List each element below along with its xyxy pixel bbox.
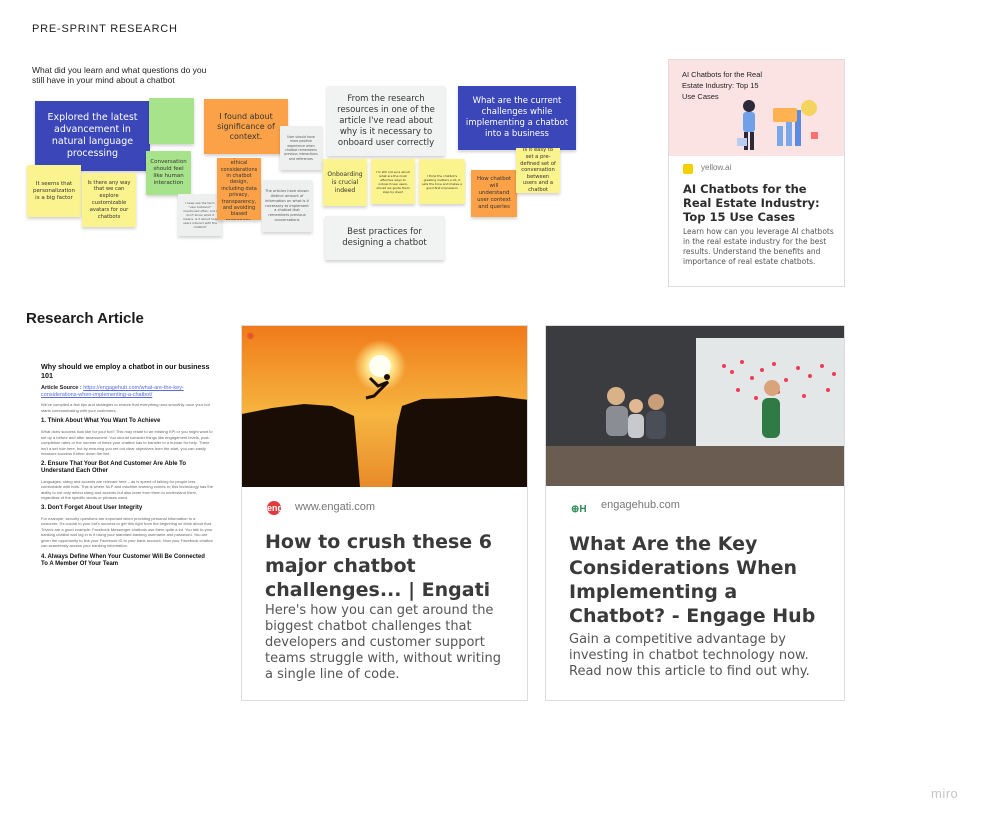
document-preview[interactable]: Why should we employ a chatbot in our bu… — [41, 362, 213, 568]
sticky-note[interactable]: User should have more positive experienc… — [280, 126, 322, 170]
sticky-note[interactable]: It seems that personalization is a big f… — [27, 165, 81, 217]
card-description: Learn how can you leverage AI chatbots i… — [683, 227, 834, 266]
card-domain: yellow.ai — [701, 163, 732, 172]
chatbot-illustration — [737, 100, 818, 150]
sticky-note[interactable]: The articles have shown distinct amount … — [262, 180, 312, 232]
card-domain: www.engati.com — [295, 501, 376, 513]
sticky-note[interactable]: I found about significance of context. — [204, 99, 288, 154]
link-card-engagehub[interactable]: ⊕H engagehub.com What Are the Key Consid… — [545, 325, 845, 701]
document-heading: 4. Always Define When Your Customer Will… — [41, 553, 205, 567]
sticky-note[interactable]: How chatbot will understand user context… — [471, 170, 517, 217]
sticky-note[interactable]: I keep see the term "user behavior" ment… — [178, 194, 222, 236]
sticky-note[interactable] — [149, 98, 194, 144]
document-paragraph: What does success look like for your bot… — [41, 429, 213, 456]
document-heading: 3. Don't Forget About User Integrity — [41, 504, 143, 511]
card-title: How to crush these 6 major chatbot chall… — [265, 531, 493, 601]
frame-prompt[interactable]: What did you learn and what questions do… — [32, 65, 212, 85]
card-preview-image — [242, 326, 527, 487]
sticky-note[interactable]: Explored the latest advancement in natur… — [35, 101, 150, 171]
sticky-note[interactable]: Onboarding is crucial indeed — [323, 159, 367, 206]
sticky-note[interactable]: Is it easy to set a pre-defined set of c… — [516, 148, 560, 193]
sticky-note[interactable]: What are the current challenges while im… — [458, 86, 576, 150]
sticky-note[interactable]: From the research resources in one of th… — [327, 86, 445, 156]
card-preview-image — [546, 326, 844, 486]
card-preview-image: AI Chatbots for the Real Estate Industry… — [669, 60, 844, 156]
sticky-note[interactable]: I think the chatbot's greeting matters a… — [419, 159, 465, 204]
card-title: AI Chatbots for the Real Estate Industry… — [683, 182, 820, 224]
link-card-yellow-ai[interactable]: AI Chatbots for the Real Estate Industry… — [668, 59, 845, 287]
sticky-note[interactable]: Is there any way that we can explore cus… — [82, 173, 136, 227]
card-domain: engagehub.com — [601, 499, 680, 511]
yellow-ai-logo-icon — [683, 164, 693, 174]
card-description: Here's how you can get around the bigges… — [265, 603, 501, 682]
document-source: Article Source : https://engagehub.com/w… — [41, 385, 184, 398]
link-card-engati[interactable]: ◉ engati www.engati.com How to crush the… — [241, 325, 528, 701]
document-heading: 2. Ensure That Your Bot And Customer Are… — [41, 460, 187, 474]
document-heading: 1. Think About What You Want To Achieve — [41, 418, 161, 424]
sticky-note[interactable]: Best practices for designing a chatbot — [325, 216, 444, 260]
section-title[interactable]: Research Article — [26, 310, 144, 327]
document-title: Why should we employ a chatbot in our bu… — [41, 362, 210, 380]
document-paragraph: Languages, slang and accents are relevan… — [41, 478, 213, 501]
sticky-note[interactable]: Explored ethical considerations in chatb… — [217, 158, 261, 220]
sticky-note[interactable]: I'm still not sure about what are the mo… — [371, 159, 415, 204]
miro-watermark: miro — [931, 786, 959, 801]
sticky-note[interactable]: Conversation should feel like human inte… — [146, 151, 191, 195]
document-paragraph: For example, security questions are impo… — [41, 515, 213, 549]
card-description: Gain a competitive advantage by investin… — [569, 632, 810, 679]
card-title: What Are the Key Considerations When Imp… — [569, 533, 816, 627]
document-paragraph: We've compiled a few tips and strategies… — [41, 402, 210, 413]
frame-title[interactable]: PRE-SPRINT RESEARCH — [32, 23, 178, 35]
engati-favicon-icon: engati — [267, 501, 294, 515]
engagehub-favicon-icon: ⊕H — [571, 504, 587, 515]
engati-logo-icon: ◉ — [247, 331, 254, 340]
